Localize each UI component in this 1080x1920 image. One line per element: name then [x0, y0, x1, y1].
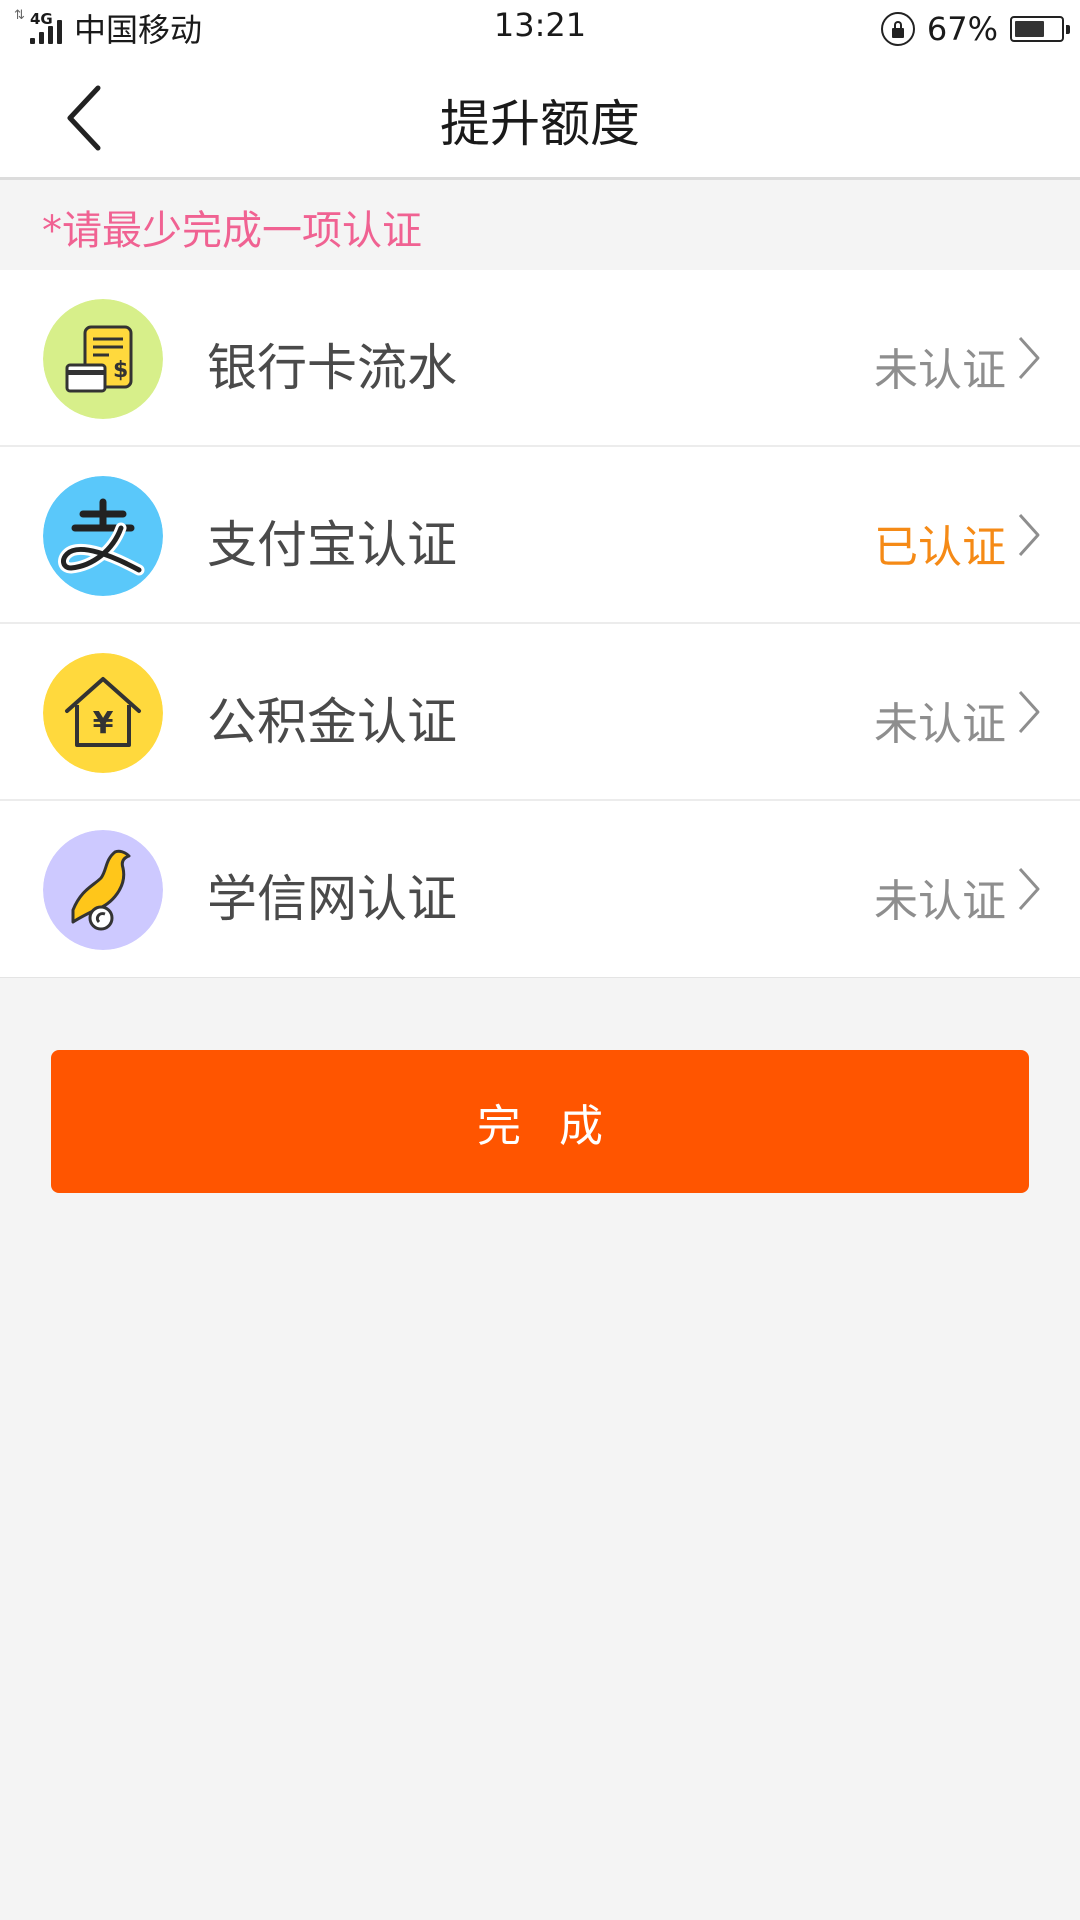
bank-statement-icon: $ [43, 299, 163, 419]
item-label: 支付宝认证 [207, 516, 457, 574]
svg-text:¥: ¥ [93, 706, 114, 741]
chevron-right-icon [1018, 513, 1040, 557]
list-item-housing-fund[interactable]: ¥ 公积金认证 未认证 [0, 624, 1080, 801]
status-bar: ⇅ 4G 中国移动 13:21 67% [0, 0, 1080, 56]
done-button[interactable]: 完成 [51, 1050, 1029, 1193]
verification-list: $ 银行卡流水 未认证 支付宝认证 已认证 ¥ 公积金认证 未认证 学信网认证 … [0, 270, 1080, 978]
chsi-icon [43, 830, 163, 950]
chevron-right-icon [1018, 690, 1040, 734]
status-text: 未认证 [874, 345, 1006, 396]
rotation-lock-icon [880, 12, 915, 46]
page-title: 提升额度 [440, 95, 640, 153]
status-text: 未认证 [874, 876, 1006, 927]
battery-percent: 67% [926, 10, 998, 48]
list-item-alipay[interactable]: 支付宝认证 已认证 [0, 447, 1080, 624]
item-label: 学信网认证 [207, 870, 457, 928]
list-item-chsi[interactable]: 学信网认证 未认证 [0, 801, 1080, 978]
alipay-icon [43, 476, 163, 596]
status-text: 未认证 [874, 699, 1006, 750]
list-item-bank-statement[interactable]: $ 银行卡流水 未认证 [0, 270, 1080, 447]
status-text: 已认证 [874, 522, 1006, 573]
requirement-notice: *请最少完成一项认证 [42, 208, 422, 254]
svg-text:$: $ [113, 358, 128, 383]
item-label: 公积金认证 [207, 693, 457, 751]
status-right: 67% [880, 8, 1070, 50]
item-label: 银行卡流水 [207, 339, 457, 397]
battery-icon [1010, 16, 1070, 42]
chevron-right-icon [1018, 867, 1040, 911]
chevron-right-icon [1018, 336, 1040, 380]
nav-header: 提升额度 [0, 56, 1080, 180]
housing-fund-icon: ¥ [43, 653, 163, 773]
